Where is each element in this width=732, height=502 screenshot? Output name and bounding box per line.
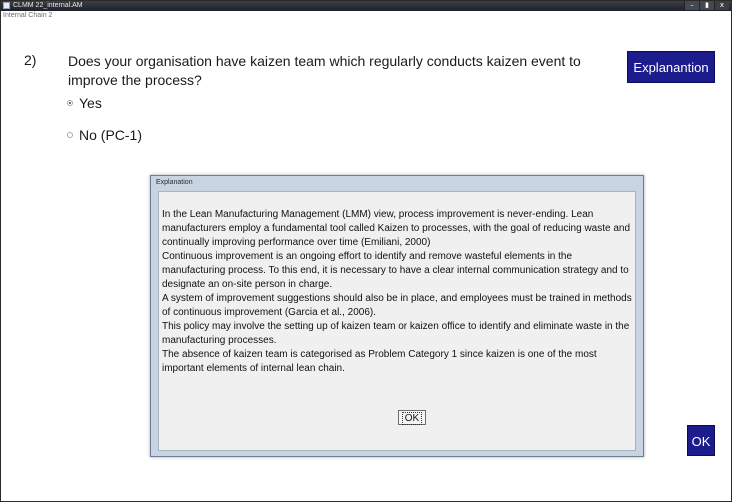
option-yes-label: Yes <box>79 95 102 111</box>
title-bar: CLMM 22_internal.AM – ▮ x <box>1 1 731 11</box>
dialog-paragraph: This policy may involve the setting up o… <box>162 321 630 346</box>
dialog-paragraph: Continuous improvement is an ongoing eff… <box>162 251 629 290</box>
option-yes[interactable]: Yes <box>67 95 102 111</box>
section-subtitle: Internal Chain 2 <box>3 12 53 19</box>
maximize-button[interactable]: ▮ <box>699 1 714 10</box>
dialog-text: In the Lean Manufacturing Management (LM… <box>162 208 632 376</box>
close-button[interactable]: x <box>714 1 729 10</box>
window-title: CLMM 22_internal.AM <box>13 2 83 9</box>
dialog-ok-button[interactable]: OK <box>398 410 426 425</box>
dialog-paragraph: In the Lean Manufacturing Management (LM… <box>162 209 631 248</box>
explanation-button[interactable]: Explanantion <box>627 51 715 83</box>
radio-yes[interactable] <box>67 100 73 106</box>
option-no[interactable]: No (PC-1) <box>67 127 142 143</box>
minimize-button[interactable]: – <box>684 1 699 10</box>
ok-button[interactable]: OK <box>687 425 715 456</box>
dialog-paragraph: The absence of kaizen team is categorise… <box>162 349 597 374</box>
dialog-title: Explanation <box>156 179 193 186</box>
question-text: Does your organisation have kaizen team … <box>68 53 581 88</box>
option-no-label: No (PC-1) <box>79 127 143 143</box>
dialog-ok-label: OK <box>401 412 423 425</box>
question-number: 2) <box>24 52 37 68</box>
app-icon <box>3 2 10 9</box>
dialog-paragraph: A system of improvement suggestions shou… <box>162 293 632 318</box>
radio-no[interactable] <box>67 132 73 138</box>
